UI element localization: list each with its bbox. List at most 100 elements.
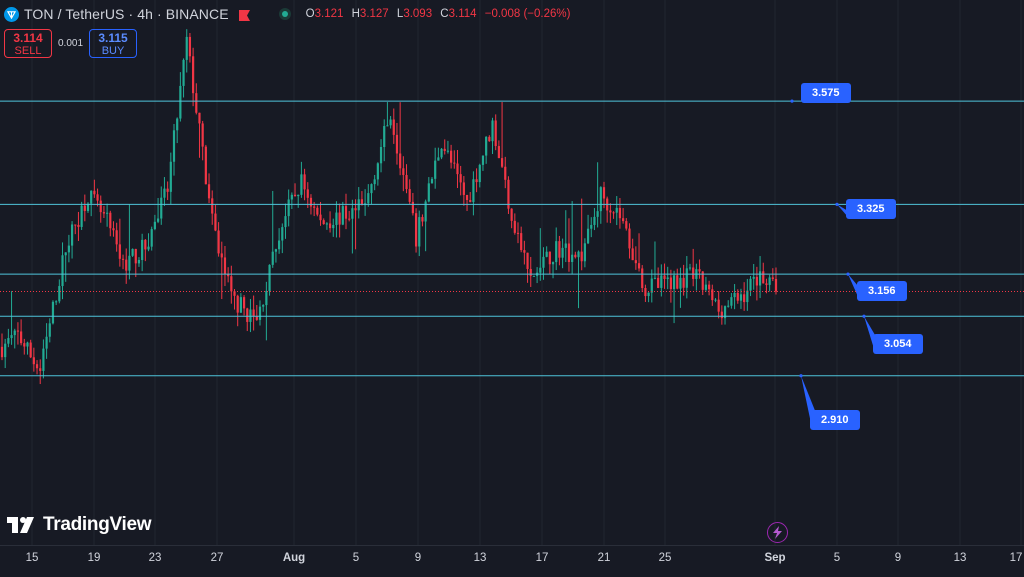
- candle-body: [131, 249, 133, 256]
- candle-body: [205, 147, 207, 185]
- candle-body: [495, 120, 497, 146]
- candle-body: [571, 255, 573, 262]
- x-tick-label: 27: [211, 552, 224, 564]
- candle-body: [208, 184, 210, 198]
- candle-body: [597, 211, 599, 217]
- candle-body: [759, 271, 761, 285]
- candle-body: [769, 277, 771, 285]
- candle-body: [730, 297, 732, 306]
- candle-body: [549, 252, 551, 265]
- buy-button[interactable]: 3.115 BUY: [89, 29, 137, 58]
- candle-body: [284, 216, 286, 227]
- candle-body: [743, 294, 745, 302]
- candle-body: [30, 343, 32, 358]
- sell-button[interactable]: 3.114 SELL: [4, 29, 52, 58]
- candle-body: [246, 308, 248, 322]
- time-axis[interactable]: 15192327Aug5913172125Sep591317: [0, 545, 1024, 577]
- level-label[interactable]: 3.156: [857, 281, 907, 301]
- candle-body: [345, 206, 347, 219]
- candle-body: [230, 276, 232, 291]
- candle-body: [157, 219, 159, 222]
- candle-body: [383, 126, 385, 147]
- candle-body: [160, 198, 162, 219]
- candle-body: [138, 260, 140, 263]
- candle-body: [154, 222, 156, 229]
- candle-body: [772, 277, 774, 279]
- x-tick-label: 17: [1010, 552, 1023, 564]
- callout-anchor: [846, 273, 849, 276]
- lightning-icon[interactable]: [767, 522, 788, 543]
- candle-body: [679, 278, 681, 289]
- candle-body: [249, 309, 251, 321]
- candle-body: [294, 195, 296, 196]
- candle-body: [746, 291, 748, 302]
- tradingview-logo[interactable]: TradingView: [7, 514, 151, 536]
- candle-body: [211, 198, 213, 213]
- candle-body: [49, 323, 51, 336]
- candle-body: [313, 206, 315, 207]
- candle-body: [718, 300, 720, 312]
- ohlc-readout: O3.121 H3.127 L3.093 C3.114 −0.008 (−0.2…: [306, 8, 576, 20]
- candle-body: [386, 125, 388, 126]
- level-label[interactable]: 3.325: [846, 199, 896, 219]
- candle-body: [698, 269, 700, 271]
- candle-body: [450, 151, 452, 163]
- candle-body: [163, 189, 165, 198]
- candle-body: [412, 202, 414, 213]
- candle-body: [644, 288, 646, 296]
- candle-body: [192, 56, 194, 93]
- candle-body: [453, 163, 455, 164]
- candle-body: [135, 249, 137, 263]
- candle-body: [504, 167, 506, 180]
- level-label[interactable]: 3.054: [873, 334, 923, 354]
- price-chart[interactable]: [0, 0, 1024, 545]
- candle-body: [402, 168, 404, 175]
- level-label[interactable]: 2.910: [810, 410, 860, 430]
- x-tick-label: 21: [598, 552, 611, 564]
- candle-body: [574, 255, 576, 257]
- candle-body: [195, 93, 197, 113]
- candle-body: [676, 275, 678, 288]
- candle-body: [721, 312, 723, 319]
- x-tick-label: 9: [415, 552, 421, 564]
- candle-body: [377, 163, 379, 179]
- candle-body: [651, 279, 653, 293]
- x-tick-label: 25: [659, 552, 672, 564]
- candle-body: [619, 208, 621, 218]
- red-flag-icon[interactable]: [238, 9, 251, 20]
- candle-body: [10, 335, 12, 338]
- candle-body: [52, 302, 54, 323]
- market-status-icon[interactable]: [279, 8, 291, 20]
- candle-body: [472, 179, 474, 202]
- candle-body: [431, 179, 433, 183]
- candle-body: [119, 244, 121, 258]
- change-readout: −0.008 (−0.26%): [485, 8, 571, 20]
- candle-body: [323, 220, 325, 224]
- candle-body: [491, 120, 493, 141]
- candle-body: [421, 217, 423, 221]
- candle-body: [409, 189, 411, 202]
- candle-body: [335, 213, 337, 225]
- candle-body: [558, 241, 560, 258]
- candle-body: [58, 286, 60, 301]
- candle-body: [93, 191, 95, 195]
- candle-body: [756, 277, 758, 286]
- candle-body: [354, 208, 356, 210]
- candle-body: [370, 184, 372, 193]
- candle-body: [517, 233, 519, 234]
- symbol-title[interactable]: TON / TetherUS · 4h · BINANCE: [24, 6, 229, 22]
- level-label[interactable]: 3.575: [801, 83, 851, 103]
- candle-body: [440, 149, 442, 158]
- candle-body: [122, 259, 124, 260]
- candle-body: [526, 253, 528, 269]
- x-tick-label: Sep: [764, 552, 785, 564]
- candle-body: [81, 206, 83, 227]
- candle-body: [288, 199, 290, 216]
- candle-body: [577, 252, 579, 258]
- callout-anchor: [835, 203, 838, 206]
- candle-body: [214, 214, 216, 231]
- candle-body: [189, 37, 191, 56]
- candle-body: [23, 343, 25, 346]
- candle-body: [109, 213, 111, 228]
- candle-body: [469, 200, 471, 202]
